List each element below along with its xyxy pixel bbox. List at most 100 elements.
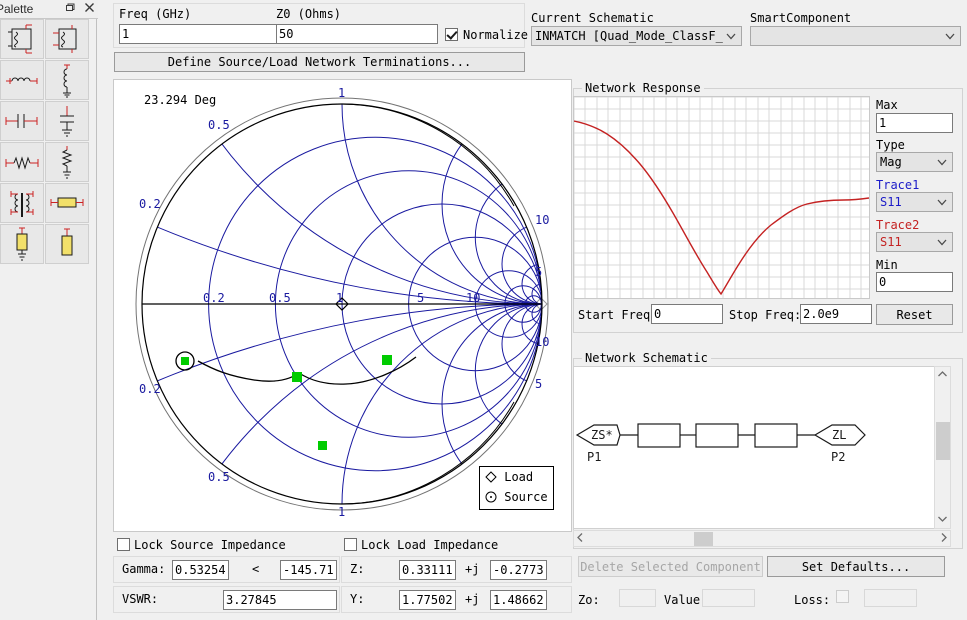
palette-item-inductor[interactable] xyxy=(0,60,44,100)
trace2-dropdown[interactable]: S11 xyxy=(876,232,953,252)
network-response-plot[interactable] xyxy=(573,96,870,299)
smith-tick-right-upper: 10 xyxy=(535,213,550,227)
palette-item-resistor[interactable] xyxy=(0,142,44,182)
palette-titlebar: Palette xyxy=(0,0,98,19)
z0-input[interactable] xyxy=(276,24,438,44)
palette-item-transformer[interactable] xyxy=(0,183,44,223)
palette-item-capacitor[interactable] xyxy=(0,101,44,141)
schematic-horizontal-scroll-thumb[interactable] xyxy=(694,532,713,546)
chevron-left-icon[interactable] xyxy=(576,532,584,546)
chevron-up-icon[interactable] xyxy=(935,369,950,381)
y-imaginary-input[interactable] xyxy=(490,590,547,610)
define-terminations-button[interactable]: Define Source/Load Network Terminations.… xyxy=(114,52,525,72)
schematic-vertical-scrollbar[interactable] xyxy=(934,366,951,529)
set-defaults-button[interactable]: Set Defaults... xyxy=(767,556,945,577)
network-schematic-canvas[interactable]: ZS* P1 ZL P2 xyxy=(573,366,936,529)
diamond-icon xyxy=(485,471,497,483)
lock-source-impedance-label: Lock Source Impedance xyxy=(134,538,286,552)
schematic-vertical-scroll-thumb[interactable] xyxy=(936,422,950,460)
zo-label: Zo: xyxy=(578,593,600,607)
start-freq-input[interactable] xyxy=(651,304,723,324)
vswr-input[interactable] xyxy=(223,590,337,610)
reset-button[interactable]: Reset xyxy=(876,304,953,325)
smith-tick-upper-left-inner: 0.5 xyxy=(208,118,230,132)
resistor-icon xyxy=(1,143,43,181)
palette-item-open-stub-shunt[interactable] xyxy=(0,224,44,264)
lock-source-impedance-checkbox[interactable] xyxy=(117,538,130,551)
z0-label: Z0 (Ohms) xyxy=(276,7,342,21)
smartcomponent-dropdown[interactable] xyxy=(750,26,961,46)
smith-tick-right-lower: 10 xyxy=(535,335,550,349)
current-schematic-dropdown[interactable]: INMATCH [Quad_Mode_ClassF_1_lib xyxy=(531,26,742,46)
network-response-controls: Max Type Mag Trace1 S11 Trace2 S11 Min xyxy=(874,96,959,306)
lock-load-impedance-label: Lock Load Impedance xyxy=(361,538,499,552)
smith-chart-graphics xyxy=(135,97,549,511)
start-freq-label: Start Freq: xyxy=(578,308,658,322)
marker-node-2 xyxy=(292,372,302,382)
type-label: Type xyxy=(876,138,905,152)
legend-label-source: Source xyxy=(504,490,548,504)
trace1-dropdown[interactable]: S11 xyxy=(876,192,953,212)
network-response-title: Network Response xyxy=(582,81,704,95)
gamma-angle-input[interactable] xyxy=(280,560,337,580)
close-icon[interactable] xyxy=(82,2,96,16)
load-port-symbol-text: ZL xyxy=(832,428,846,442)
palette-title: Palette xyxy=(0,2,34,16)
current-schematic-panel: Current Schematic INMATCH [Quad_Mode_Cla… xyxy=(528,3,743,46)
y-real-input[interactable] xyxy=(399,590,456,610)
zo-input[interactable] xyxy=(619,589,656,607)
normalize-checkbox[interactable] xyxy=(445,28,458,41)
z-plusj-label: +j xyxy=(465,562,480,576)
smith-chart[interactable]: 23.294 Deg 1 1 0.2 0.5 0.2 0.5 0.2 0.5 1… xyxy=(113,79,572,532)
palette-item-transmission-line[interactable] xyxy=(0,19,44,59)
component-box-1 xyxy=(637,423,681,448)
network-schematic-title: Network Schematic xyxy=(582,351,711,365)
vswr-label: VSWR: xyxy=(122,592,159,606)
smartcomponent-label: SmartComponent xyxy=(750,11,852,25)
freq-label: Freq (GHz) xyxy=(119,7,192,21)
palette-item-open-stub[interactable] xyxy=(45,224,89,264)
smith-tick-inner-5: 5 xyxy=(417,291,425,305)
schematic-horizontal-scrollbar[interactable] xyxy=(573,530,951,547)
palette-item-inductor-shunt[interactable] xyxy=(45,60,89,100)
restore-icon[interactable] xyxy=(62,2,76,16)
chevron-right-icon[interactable] xyxy=(940,532,948,546)
chevron-down-icon[interactable] xyxy=(935,514,950,526)
value-input[interactable] xyxy=(702,589,755,607)
palette-item-microstrip-line[interactable] xyxy=(45,183,89,223)
palette-item-transmission-line-stub[interactable] xyxy=(45,19,89,59)
min-input[interactable] xyxy=(876,272,953,292)
smith-angle-label: 23.294 Deg xyxy=(144,93,217,107)
type-dropdown[interactable]: Mag xyxy=(876,152,953,172)
delete-selected-component-button[interactable]: Delete Selected Component xyxy=(578,556,763,577)
source-port-label-text: P1 xyxy=(587,450,601,464)
smith-trace-segment-1 xyxy=(197,360,300,382)
loss-input[interactable] xyxy=(864,589,917,607)
gamma-magnitude-input[interactable] xyxy=(172,560,229,580)
smith-tick-axis-1: 1 xyxy=(336,291,344,305)
loss-label: Loss: xyxy=(794,593,831,607)
smith-legend: Load Source xyxy=(479,466,554,510)
max-input[interactable] xyxy=(876,113,953,133)
load-port-label-text: P2 xyxy=(831,450,845,464)
stop-freq-input[interactable] xyxy=(800,304,872,324)
z-imaginary-input[interactable] xyxy=(490,560,547,580)
palette-item-capacitor-shunt[interactable] xyxy=(45,101,89,141)
legend-entry-load: Load xyxy=(485,470,533,484)
current-schematic-value: INMATCH [Quad_Mode_ClassF_1_lib xyxy=(535,29,723,43)
loss-checkbox[interactable] xyxy=(836,590,849,603)
smith-tick-inner-10: 10 xyxy=(466,291,481,305)
type-value: Mag xyxy=(880,155,902,169)
transformer-icon xyxy=(1,184,43,222)
gamma-panel: Gamma: < xyxy=(113,556,340,583)
palette-item-resistor-shunt[interactable] xyxy=(45,142,89,182)
z-real-input[interactable] xyxy=(399,560,456,580)
marker-node-4 xyxy=(318,441,327,450)
y-plusj-label: +j xyxy=(465,592,480,606)
lock-load-impedance-checkbox[interactable] xyxy=(344,538,357,551)
trace1-value: S11 xyxy=(880,195,902,209)
chevron-down-icon xyxy=(936,236,948,248)
chevron-down-icon xyxy=(936,156,948,168)
marker-node-3 xyxy=(382,355,392,365)
freq-input[interactable] xyxy=(119,24,281,44)
